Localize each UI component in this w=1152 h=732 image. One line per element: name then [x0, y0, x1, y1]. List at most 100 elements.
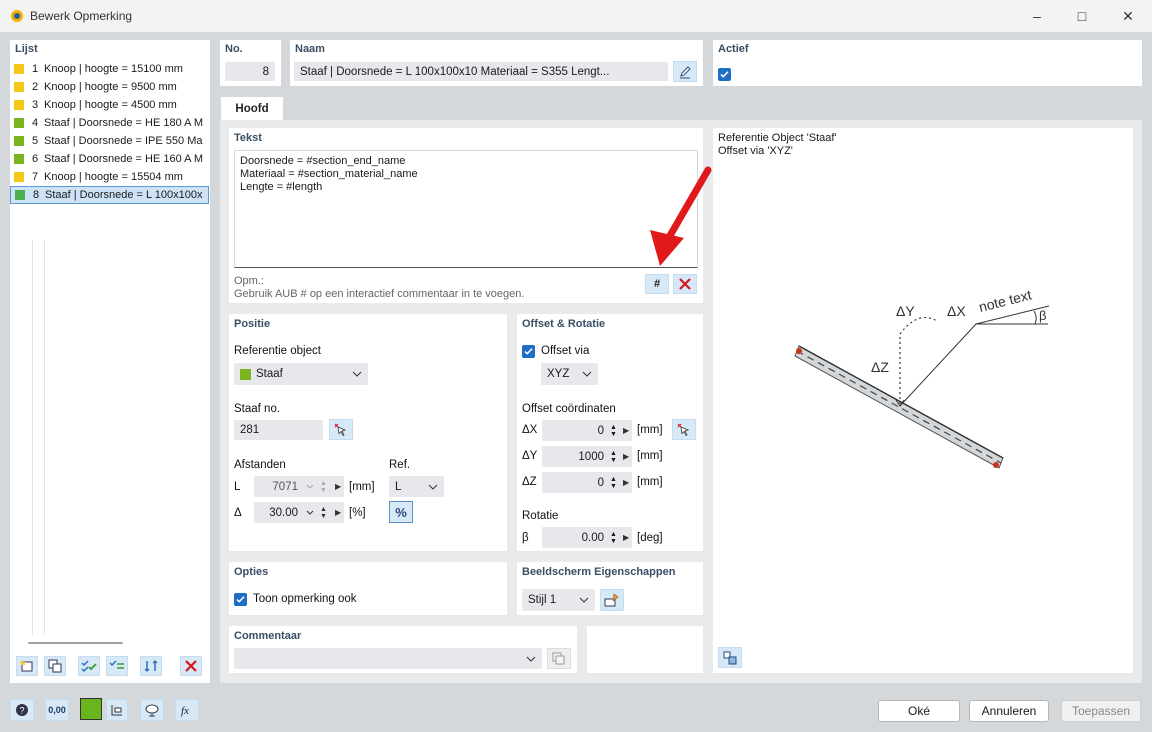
- empty-panel: [587, 626, 703, 673]
- close-window-button[interactable]: ✕: [1105, 0, 1151, 32]
- pick-offset-button[interactable]: [672, 419, 696, 440]
- offset-via-checkbox[interactable]: [522, 345, 535, 358]
- delete-item-button[interactable]: [180, 656, 202, 676]
- list-item[interactable]: 4 Staaf | Doorsnede = HE 180 A M: [10, 114, 209, 132]
- copy-item-button[interactable]: [44, 656, 66, 676]
- L-value: 7071: [272, 480, 298, 493]
- tree-line: [32, 240, 33, 635]
- item-number: 6: [32, 153, 39, 165]
- item-number: 2: [32, 81, 39, 93]
- insert-hash-button[interactable]: #: [645, 274, 669, 294]
- actief-checkbox[interactable]: [718, 68, 731, 81]
- opm-label: Opm.:: [234, 275, 264, 287]
- beta-spinner[interactable]: 0.00 ▲ ▼: [542, 527, 632, 548]
- list-item[interactable]: 8 Staaf | Doorsnede = L 100x100x: [10, 186, 209, 204]
- commentaar-copy-button[interactable]: [547, 648, 571, 669]
- renumber-button[interactable]: [140, 656, 162, 676]
- minimize-button[interactable]: –: [1014, 0, 1060, 32]
- color-button[interactable]: [80, 698, 102, 720]
- help-icon: ?: [16, 704, 28, 716]
- chevron-down-icon: [428, 484, 438, 490]
- offset-via-select[interactable]: XYZ: [541, 363, 598, 385]
- dx-label: ΔX: [522, 424, 538, 436]
- help-button[interactable]: ?: [10, 699, 34, 721]
- item-number: 4: [32, 117, 39, 129]
- formula-icon: fx: [181, 705, 189, 717]
- tekst-line: Lengte = #length: [240, 181, 323, 193]
- chevron-down-icon: [352, 371, 362, 377]
- spin-arrows-icon[interactable]: ▲ ▼: [610, 450, 617, 464]
- list-item[interactable]: 3 Knoop | hoogte = 4500 mm: [10, 96, 209, 114]
- annuleren-button[interactable]: Annuleren: [969, 700, 1049, 722]
- decimals-button[interactable]: 0,00: [45, 699, 69, 721]
- actief-label: Actief: [718, 43, 749, 55]
- dx-value: 0: [597, 424, 604, 437]
- clear-text-button[interactable]: [673, 274, 697, 294]
- no-field[interactable]: 8: [225, 62, 275, 81]
- commentaar-select[interactable]: [234, 648, 542, 669]
- spin-arrows-icon[interactable]: ▲ ▼: [320, 480, 327, 494]
- tab-hoofd[interactable]: Hoofd: [221, 97, 283, 121]
- spin-arrows-icon[interactable]: ▲ ▼: [610, 424, 617, 438]
- spin-next-icon[interactable]: ▶: [335, 508, 341, 517]
- units-button[interactable]: [106, 699, 128, 721]
- dy-spinner[interactable]: 1000 ▲ ▼: [542, 446, 632, 467]
- chevron-down-icon: [579, 597, 589, 603]
- delta-value: 30.00: [269, 506, 298, 519]
- positie-title: Positie: [234, 318, 271, 330]
- item-number: 1: [32, 63, 39, 75]
- pick-staaf-button[interactable]: [329, 419, 353, 440]
- toon-checkbox[interactable]: [234, 593, 247, 606]
- formula-button[interactable]: fx: [175, 699, 199, 721]
- list-item[interactable]: 5 Staaf | Doorsnede = IPE 550 Ma: [10, 132, 209, 150]
- spin-arrows-icon[interactable]: ▲ ▼: [610, 531, 617, 545]
- spin-next-icon[interactable]: ▶: [623, 426, 629, 435]
- horizontal-scrollbar[interactable]: [28, 642, 123, 644]
- view-settings-icon: [723, 651, 737, 664]
- checkmark-icon: [524, 348, 533, 355]
- spin-arrows-icon[interactable]: ▲ ▼: [320, 506, 327, 520]
- new-item-button[interactable]: [16, 656, 38, 676]
- style-settings-button[interactable]: [600, 589, 624, 611]
- ref-select[interactable]: L: [389, 476, 444, 497]
- staaf-no-field[interactable]: 281: [234, 420, 323, 440]
- item-color-swatch: [14, 64, 24, 74]
- stijl-select[interactable]: Stijl 1: [522, 589, 595, 611]
- spin-next-icon[interactable]: ▶: [335, 482, 341, 491]
- list-item[interactable]: 7 Knoop | hoogte = 15504 mm: [10, 168, 209, 186]
- spin-next-icon[interactable]: ▶: [623, 533, 629, 542]
- item-number: 7: [32, 171, 39, 183]
- list-item[interactable]: 6 Staaf | Doorsnede = HE 160 A M: [10, 150, 209, 168]
- dz-spinner[interactable]: 0 ▲ ▼: [542, 472, 632, 493]
- naam-field[interactable]: Staaf | Doorsnede = L 100x100x10 Materia…: [294, 62, 668, 81]
- ok-button[interactable]: Oké: [878, 700, 960, 722]
- spin-arrows-icon[interactable]: ▲ ▼: [610, 476, 617, 490]
- list-item[interactable]: 1 Knoop | hoogte = 15100 mm: [10, 60, 209, 78]
- tekst-textarea[interactable]: Doorsnede = #section_end_name Materiaal …: [234, 150, 698, 268]
- maximize-button[interactable]: □: [1059, 0, 1105, 32]
- dx-spinner[interactable]: 0 ▲ ▼: [542, 420, 632, 441]
- toggle-check-button[interactable]: [106, 656, 128, 676]
- check-all-button[interactable]: [78, 656, 100, 676]
- preview-view-button[interactable]: [718, 647, 742, 668]
- pick-cursor-icon: [334, 423, 347, 436]
- ref-value: L: [395, 480, 402, 493]
- list-item[interactable]: 2 Knoop | hoogte = 9500 mm: [10, 78, 209, 96]
- offset-diagram: [794, 305, 1050, 469]
- chevron-down-icon: [306, 510, 314, 515]
- ref-label: Ref.: [389, 459, 411, 471]
- toepassen-button[interactable]: Toepassen: [1061, 700, 1141, 722]
- list-header: Lijst: [15, 43, 38, 55]
- svg-text:fx: fx: [181, 705, 189, 717]
- spin-next-icon[interactable]: ▶: [623, 452, 629, 461]
- percent-toggle-button[interactable]: %: [389, 501, 413, 523]
- item-color-swatch: [14, 172, 24, 182]
- item-color-swatch: [14, 82, 24, 92]
- ref-object-select[interactable]: Staaf: [234, 363, 368, 385]
- delta-spinner[interactable]: 30.00 ▲ ▼: [254, 502, 344, 523]
- spin-next-icon[interactable]: ▶: [623, 478, 629, 487]
- display-button[interactable]: [140, 699, 164, 721]
- L-spinner[interactable]: 7071 ▲ ▼: [254, 476, 344, 497]
- commentaar-title: Commentaar: [234, 630, 302, 642]
- edit-name-button[interactable]: [673, 61, 697, 82]
